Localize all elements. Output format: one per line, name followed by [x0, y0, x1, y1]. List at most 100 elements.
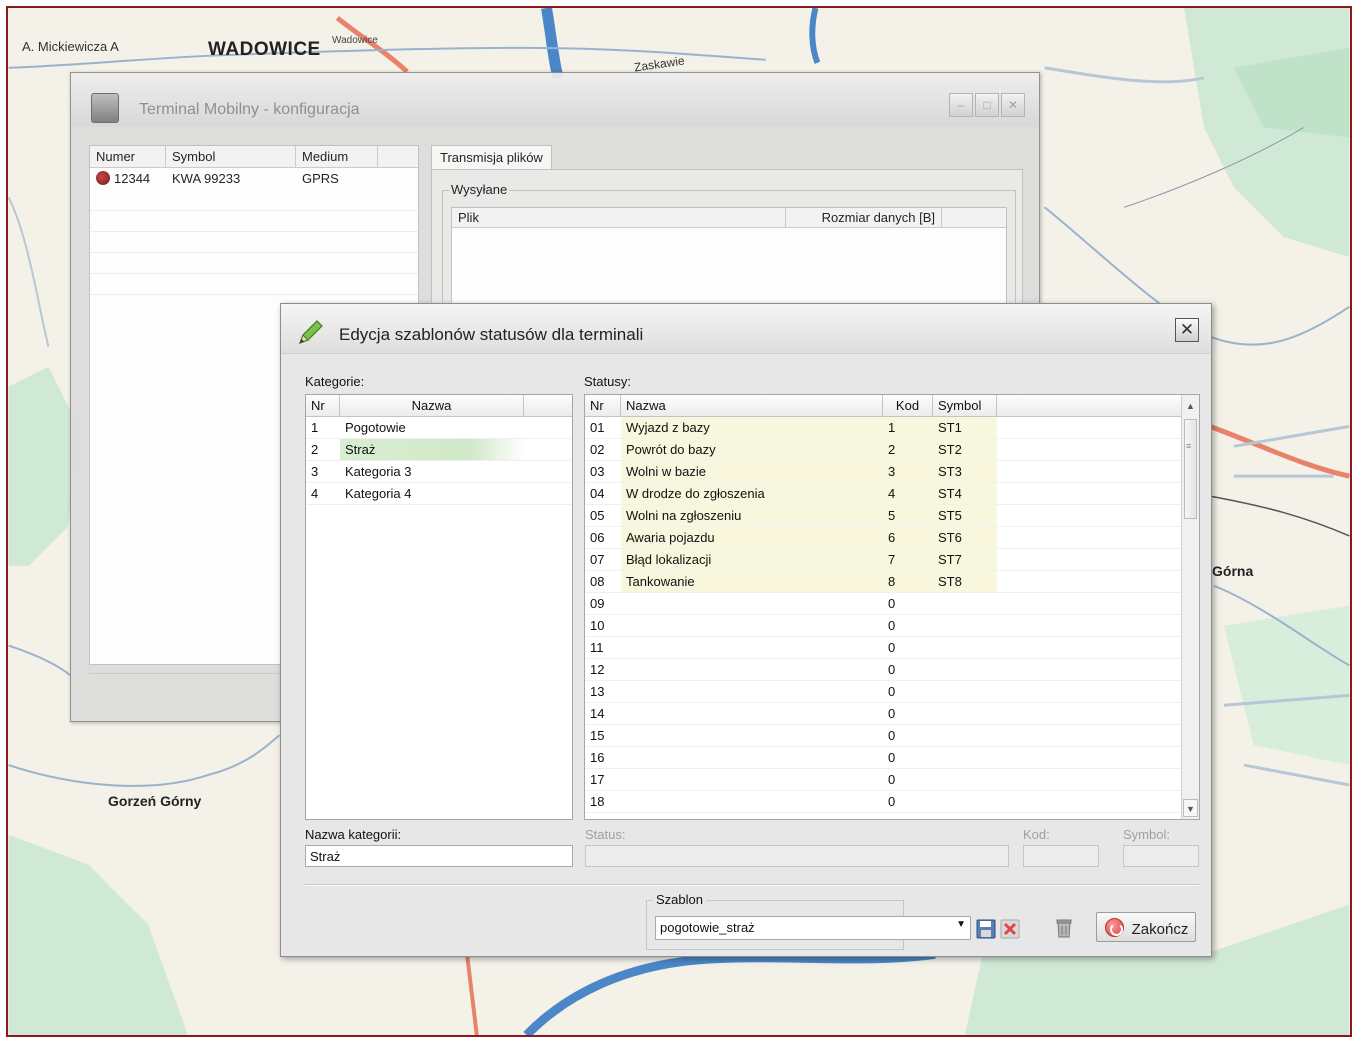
delete-icon[interactable]	[999, 918, 1021, 940]
list-gridline	[90, 211, 418, 232]
dialog-titlebar[interactable]: Edycja szablonów statusów dla terminali …	[281, 304, 1211, 354]
scroll-up-arrow-icon[interactable]: ▲	[1183, 397, 1198, 415]
status-row[interactable]: 04 W drodze do zgłoszenia 4 ST4	[585, 483, 1199, 505]
status-kod: 3	[883, 461, 933, 482]
status-row[interactable]: 09 0	[585, 593, 1199, 615]
map-label-wadowice: WADOWICE	[208, 39, 321, 60]
status-row[interactable]: 11 0	[585, 637, 1199, 659]
status-row[interactable]: 06 Awaria pojazdu 6 ST6	[585, 527, 1199, 549]
status-filler	[997, 549, 1199, 570]
status-kod: 1	[883, 417, 933, 438]
status-nazwa: Powrót do bazy	[621, 439, 883, 460]
column-header-plik[interactable]: Plik	[452, 208, 786, 227]
status-nazwa	[621, 703, 883, 724]
status-kod: 0	[888, 640, 896, 655]
szablon-select[interactable]: pogotowie_straż ▼	[655, 916, 971, 940]
status-row[interactable]: 15 0	[585, 725, 1199, 747]
file-list-header: Plik Rozmiar danych [B]	[452, 208, 1006, 228]
status-nr: 16	[590, 750, 605, 765]
kategoria-nazwa: Pogotowie	[345, 420, 406, 435]
kategoria-nr: 2	[311, 442, 319, 457]
status-row[interactable]: 12 0	[585, 659, 1199, 681]
status-led-icon	[96, 171, 110, 185]
close-button[interactable]: ✕	[1001, 93, 1025, 117]
kod-input[interactable]	[1023, 845, 1099, 867]
dialog-title: Edycja szablonów statusów dla terminali	[339, 325, 644, 344]
column-header-nazwa[interactable]: Nazwa	[340, 395, 524, 416]
minimize-button[interactable]: –	[949, 93, 973, 117]
status-row[interactable]: 03 Wolni w bazie 3 ST3	[585, 461, 1199, 483]
symbol-input[interactable]	[1123, 845, 1199, 867]
column-header-filler	[997, 395, 1199, 416]
window-controls: – □ ✕	[949, 93, 1025, 117]
terminal-numer: 12344	[114, 171, 151, 186]
status-row[interactable]: 10 0	[585, 615, 1199, 637]
list-gridline	[90, 253, 418, 274]
statusy-scrollbar[interactable]: ▲ ≡ ▼	[1181, 395, 1199, 819]
column-header-symbol[interactable]: Symbol	[933, 395, 997, 416]
chevron-down-icon[interactable]: ▼	[956, 919, 966, 930]
status-row[interactable]: 07 Błąd lokalizacji 7 ST7	[585, 549, 1199, 571]
terminal-row[interactable]: 12344 KWA 99233 GPRS	[90, 168, 418, 190]
status-symbol: ST7	[933, 549, 997, 570]
scroll-thumb[interactable]	[1184, 419, 1197, 519]
status-filler	[997, 791, 1199, 812]
status-kod: 5	[883, 505, 933, 526]
status-nazwa: Wolni w bazie	[621, 461, 883, 482]
status-nr: 17	[590, 772, 605, 787]
status-row[interactable]: 17 0	[585, 769, 1199, 791]
column-header-kod[interactable]: Kod	[883, 395, 933, 416]
status-nr: 05	[590, 508, 605, 523]
status-nazwa: Wyjazd z bazy	[621, 417, 883, 438]
status-input[interactable]	[585, 845, 1009, 867]
status-row[interactable]: 16 0	[585, 747, 1199, 769]
status-row[interactable]: 14 0	[585, 703, 1199, 725]
status-kod: 0	[888, 706, 896, 721]
tab-transmisja-plikow[interactable]: Transmisja plików	[431, 145, 552, 169]
status-symbol	[933, 769, 997, 790]
status-row[interactable]: 01 Wyjazd z bazy 1 ST1	[585, 417, 1199, 439]
status-row[interactable]: 13 0	[585, 681, 1199, 703]
column-header-numer[interactable]: Numer	[90, 146, 166, 167]
window-titlebar[interactable]: Terminal Mobilny - konfiguracja – □ ✕	[71, 73, 1039, 127]
kategoria-row-selected[interactable]: 2 Straż	[306, 439, 572, 461]
column-header-medium[interactable]: Medium	[296, 146, 378, 167]
kategorie-list[interactable]: Nr Nazwa 1 Pogotowie 2 Straż 3 Kategoria…	[305, 394, 573, 820]
kategoria-nr: 3	[311, 464, 319, 479]
column-header-nr[interactable]: Nr	[585, 395, 621, 416]
status-row[interactable]: 18 0	[585, 791, 1199, 813]
trash-icon[interactable]	[1053, 917, 1075, 939]
dialog-close-button[interactable]: ✕	[1175, 318, 1199, 342]
list-gridline	[90, 232, 418, 253]
status-nr: 13	[590, 684, 605, 699]
kategoria-row[interactable]: 4 Kategoria 4	[306, 483, 572, 505]
maximize-button[interactable]: □	[975, 93, 999, 117]
statusy-list[interactable]: Nr Nazwa Kod Symbol 01 Wyjazd z bazy 1 ST1 0…	[584, 394, 1200, 820]
column-header-symbol[interactable]: Symbol	[166, 146, 296, 167]
status-row[interactable]: 05 Wolni na zgłoszeniu 5 ST5	[585, 505, 1199, 527]
status-nr: 09	[590, 596, 605, 611]
status-row[interactable]: 08 Tankowanie 8 ST8	[585, 571, 1199, 593]
column-header-nr[interactable]: Nr	[306, 395, 340, 416]
kod-label: Kod:	[1023, 827, 1050, 842]
nazwa-kategorii-input[interactable]: Straż	[305, 845, 573, 867]
status-nr: 15	[590, 728, 605, 743]
status-nazwa	[621, 769, 883, 790]
status-symbol: ST2	[933, 439, 997, 460]
szablon-value: pogotowie_straż	[660, 920, 755, 935]
status-nr: 03	[590, 464, 605, 479]
status-kod: 4	[883, 483, 933, 504]
status-row[interactable]: 02 Powrót do bazy 2 ST2	[585, 439, 1199, 461]
status-kod: 0	[888, 728, 896, 743]
status-filler	[997, 505, 1199, 526]
kategoria-row[interactable]: 1 Pogotowie	[306, 417, 572, 439]
save-icon[interactable]	[975, 918, 997, 940]
status-filler	[997, 681, 1199, 702]
zakoncz-button[interactable]: Zakończ	[1096, 912, 1196, 942]
status-nazwa	[621, 637, 883, 658]
column-header-rozmiar[interactable]: Rozmiar danych [B]	[786, 208, 942, 227]
kategoria-row[interactable]: 3 Kategoria 3	[306, 461, 572, 483]
column-header-nazwa[interactable]: Nazwa	[621, 395, 883, 416]
kategoria-nr: 1	[311, 420, 319, 435]
scroll-down-arrow-icon[interactable]: ▼	[1183, 799, 1198, 817]
